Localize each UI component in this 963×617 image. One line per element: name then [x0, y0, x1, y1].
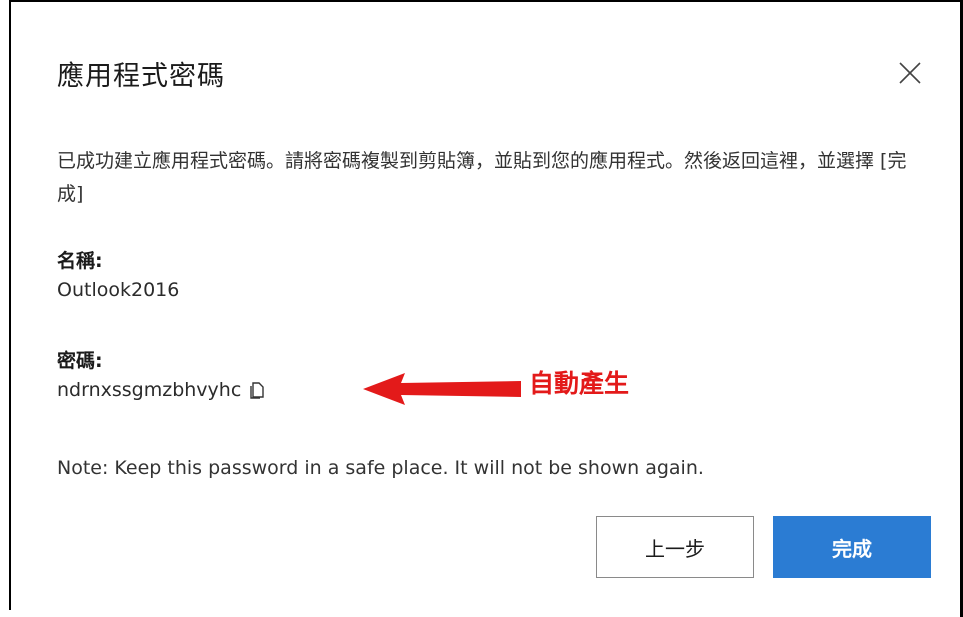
- close-button[interactable]: [897, 60, 923, 86]
- password-row: ndrnxssgmzbhvyhc: [57, 379, 267, 401]
- copy-button[interactable]: [247, 380, 267, 400]
- name-label: 名稱:: [57, 250, 103, 272]
- red-arrow-annotation: [363, 373, 521, 405]
- password-note: Note: Keep this password in a safe place…: [57, 457, 704, 479]
- back-button[interactable]: 上一步: [596, 516, 754, 578]
- close-icon: [899, 62, 921, 84]
- auto-generated-annotation: 自動產生: [529, 369, 630, 398]
- dialog-description: 已成功建立應用程式密碼。請將密碼複製到剪貼簿，並貼到您的應用程式。然後返回這裡，…: [57, 150, 907, 205]
- password-value: ndrnxssgmzbhvyhc: [57, 379, 242, 401]
- name-value: Outlook2016: [57, 279, 180, 301]
- password-label: 密碼:: [57, 350, 103, 372]
- copy-icon: [250, 382, 264, 399]
- app-password-dialog: 應用程式密碼 已成功建立應用程式密碼。請將密碼複製到剪貼簿，並貼到您的應用程式。…: [11, 2, 960, 617]
- dialog-title: 應用程式密碼: [57, 61, 225, 92]
- done-button[interactable]: 完成: [773, 516, 931, 578]
